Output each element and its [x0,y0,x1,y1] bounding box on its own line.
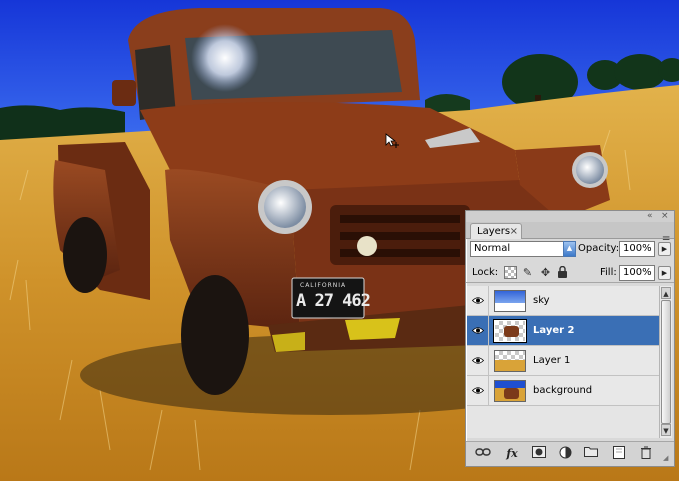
trash-icon[interactable] [637,446,655,462]
lock-position-icon[interactable]: ✥ [539,266,552,279]
license-plate-number: A 27 462 [296,291,371,311]
blend-mode-select[interactable]: Normal ▲ [470,241,576,257]
layer-name[interactable]: Layer 1 [533,355,570,366]
resize-grip-icon[interactable]: ◢ [663,454,672,463]
close-panel-button[interactable]: × [661,211,669,221]
scroll-thumb[interactable] [661,300,671,424]
move-cursor-icon [385,133,399,148]
chevron-down-icon[interactable]: ▲ [563,241,576,257]
lock-transparent-pixels-icon[interactable] [504,266,517,279]
license-plate-state: CALIFORNIA [300,282,347,289]
opacity-label: Opacity: [578,243,620,254]
background-thumbnail [494,380,526,402]
blend-mode-value: Normal [474,243,511,254]
blend-mode-row: Normal ▲ Opacity: 100% ▶ [466,239,674,259]
eye-icon [472,357,484,364]
panel-tab-bar: Layers × ☰ [466,222,674,246]
lock-row: Lock: ✎ ✥ Fill: 100% ▶ [466,263,674,283]
visibility-toggle[interactable] [467,376,489,405]
adjustment-icon[interactable] [556,446,574,462]
layers-bottom-toolbar: fx ◢ [466,441,674,466]
group-folder-icon[interactable] [582,446,600,462]
visibility-toggle[interactable] [467,346,489,375]
visibility-toggle[interactable] [467,286,489,315]
scroll-down-icon[interactable]: ▼ [661,424,671,436]
fill-label: Fill: [600,267,617,278]
sky-thumbnail [494,290,526,312]
opacity-slider-toggle-icon[interactable]: ▶ [658,242,671,256]
lock-image-pixels-icon[interactable]: ✎ [521,266,534,279]
layer-name[interactable]: sky [533,295,550,306]
layer-name[interactable]: background [533,385,592,396]
scroll-up-icon[interactable]: ▲ [661,287,671,299]
eye-icon [472,387,484,394]
fill-slider-toggle-icon[interactable]: ▶ [658,266,671,280]
link-icon[interactable] [474,446,492,462]
layer-row-sky[interactable]: sky [467,286,659,316]
layer-row-background[interactable]: background [467,376,659,406]
field-thumbnail [494,350,526,372]
fill-input[interactable]: 100% [619,265,655,281]
layer-row-layer-1[interactable]: Layer 1 [467,346,659,376]
opacity-input[interactable]: 100% [619,241,655,257]
collapse-panel-button[interactable]: « [647,211,653,221]
mask-icon[interactable] [530,446,548,462]
layers-panel: « × Layers × ☰ Normal ▲ Opacity: 100% ▶ … [465,210,675,467]
layer-list: sky Layer 2 Layer 1 background [467,286,659,438]
tab-close-icon[interactable]: × [510,224,518,239]
tab-layers[interactable]: Layers × [470,223,522,239]
tab-layers-label: Layers [477,226,511,237]
new-layer-icon[interactable] [610,446,628,462]
truck-thumbnail [494,320,526,342]
fx-icon[interactable]: fx [503,446,521,462]
panel-title-bar[interactable]: « × [466,211,674,222]
layer-row-layer-2[interactable]: Layer 2 [467,316,659,346]
eye-icon [472,327,484,334]
lock-label: Lock: [472,267,499,278]
lock-all-icon[interactable] [556,265,569,279]
visibility-toggle[interactable] [467,316,489,345]
eye-icon [472,297,484,304]
layers-scrollbar[interactable]: ▲ ▼ [659,286,672,438]
layer-name[interactable]: Layer 2 [533,325,574,336]
